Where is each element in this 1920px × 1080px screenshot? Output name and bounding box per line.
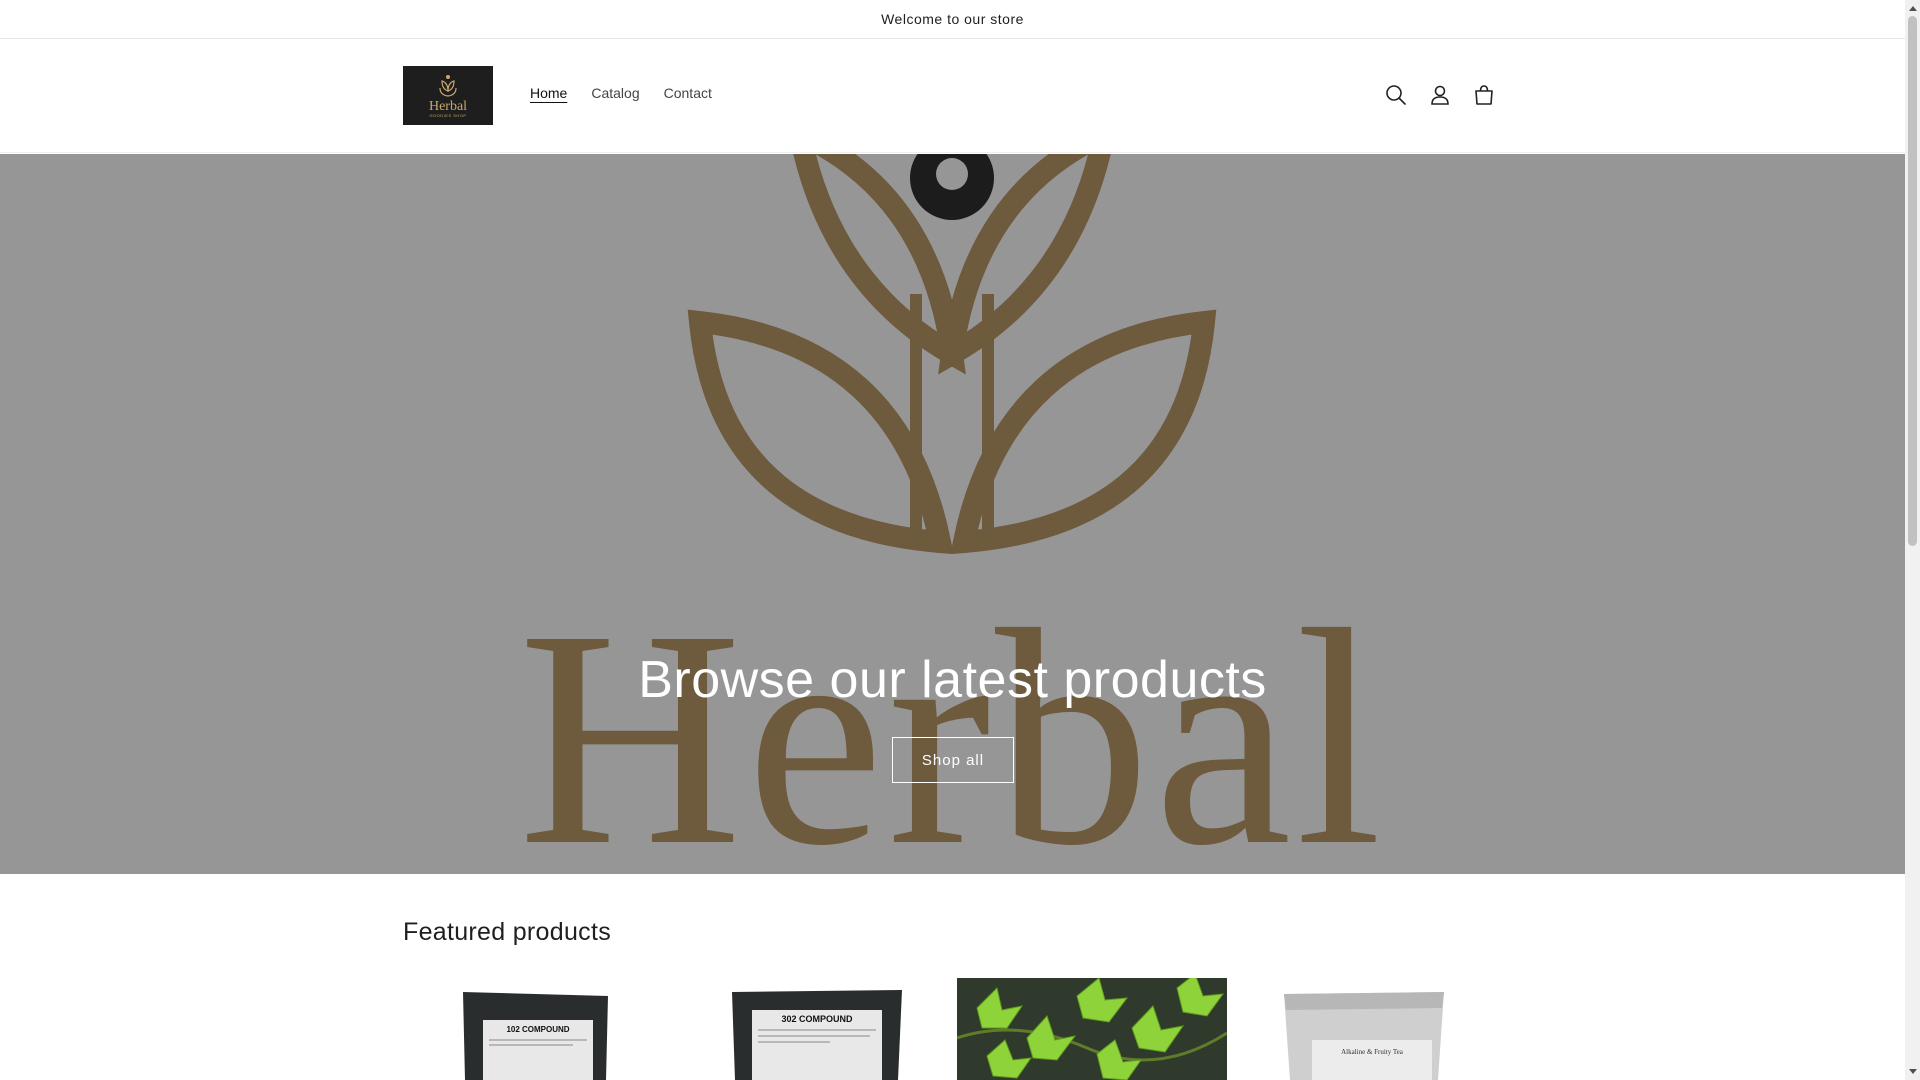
nav-catalog[interactable]: Catalog xyxy=(579,85,651,101)
nav-home[interactable]: Home xyxy=(518,85,579,101)
cart-button[interactable] xyxy=(1470,81,1498,109)
product-label-text: 102 COMPOUND xyxy=(506,1025,569,1034)
hero-content: Browse our latest products Shop all xyxy=(0,154,1905,874)
scrollbar-thumb[interactable] xyxy=(1908,16,1917,546)
product-card[interactable]: 302 COMPOUND xyxy=(680,978,950,1080)
featured-products-grid: 102 COMPOUND 302 COMPOUND Alkaline & Fru… xyxy=(403,978,1504,1080)
announcement-text: Welcome to our store xyxy=(881,11,1024,27)
featured-products-title: Featured products xyxy=(403,918,611,946)
page: Welcome to our store Herbal GOODIES SHOP… xyxy=(0,0,1905,1080)
hero-title: Browse our latest products xyxy=(638,651,1267,709)
product-image: 302 COMPOUND xyxy=(732,990,902,1080)
announcement-bar: Welcome to our store xyxy=(0,0,1905,39)
herbal-logo-icon: Herbal GOODIES SHOP xyxy=(429,74,467,118)
page-scrollbar[interactable] xyxy=(1905,0,1920,1080)
chevron-down-icon xyxy=(1908,1069,1917,1074)
scroll-up-arrow[interactable] xyxy=(1905,0,1920,16)
hero-banner: Herbal Browse our latest products Shop a… xyxy=(0,154,1905,874)
search-icon xyxy=(1386,85,1406,105)
account-icon xyxy=(1431,85,1449,105)
shop-all-button[interactable]: Shop all xyxy=(892,737,1014,783)
site-header: Herbal GOODIES SHOP Home Catalog Contact xyxy=(0,39,1905,153)
cart-icon xyxy=(1475,85,1493,105)
product-card[interactable] xyxy=(957,978,1227,1080)
store-logo[interactable]: Herbal GOODIES SHOP xyxy=(403,66,493,125)
product-image xyxy=(957,978,1227,1080)
product-card[interactable]: 102 COMPOUND xyxy=(403,978,673,1080)
product-label-text: 302 COMPOUND xyxy=(781,1014,853,1024)
account-button[interactable] xyxy=(1426,81,1454,109)
search-button[interactable] xyxy=(1382,81,1410,109)
main-nav: Home Catalog Contact xyxy=(518,85,724,101)
logo-word: Herbal xyxy=(429,99,467,114)
logo-subtitle: GOODIES SHOP xyxy=(429,113,466,118)
product-image: Alkaline & Fruity Tea xyxy=(1284,992,1444,1080)
product-card[interactable]: Alkaline & Fruity Tea xyxy=(1234,978,1504,1080)
product-image: 102 COMPOUND xyxy=(463,992,608,1080)
scroll-down-arrow[interactable] xyxy=(1905,1064,1920,1080)
nav-contact[interactable]: Contact xyxy=(652,85,724,101)
product-label-text: Alkaline & Fruity Tea xyxy=(1341,1048,1404,1056)
chevron-up-icon xyxy=(1908,6,1917,11)
